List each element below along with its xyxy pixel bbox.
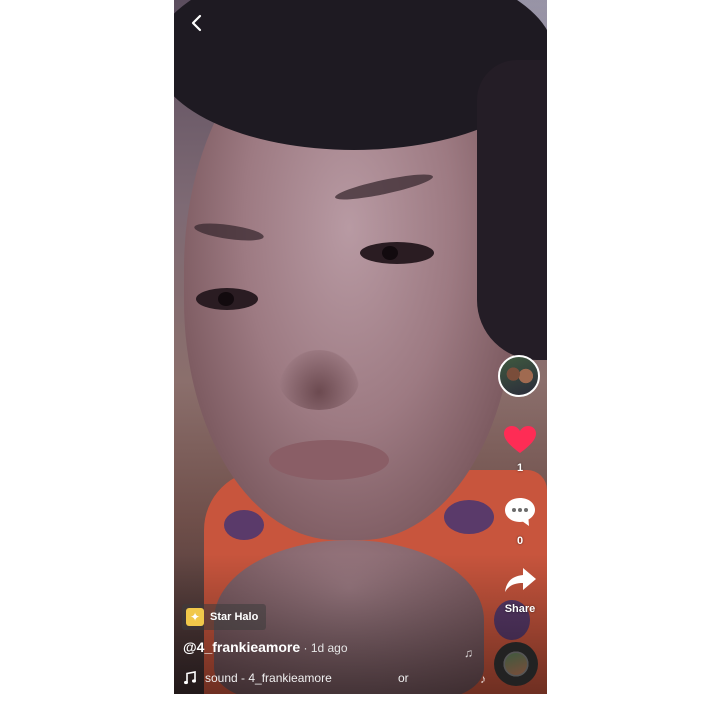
comment-icon	[505, 498, 535, 526]
sound-disc-cover	[505, 653, 527, 675]
effect-badge[interactable]: ✦ Star Halo	[182, 604, 267, 630]
creator-avatar[interactable]	[498, 355, 540, 397]
floating-note-icon: ♪	[480, 672, 486, 686]
comment-button[interactable]: 0	[502, 496, 538, 547]
back-button[interactable]	[186, 12, 208, 34]
username-link[interactable]: @4_frankieamore	[183, 639, 300, 655]
hair-braid	[477, 60, 547, 360]
post-age: 1d ago	[310, 641, 348, 655]
sound-disc[interactable]	[494, 642, 538, 686]
like-count: 1	[516, 462, 524, 474]
sound-title: sound - 4_frankieamore	[205, 671, 332, 685]
like-button[interactable]: 1	[502, 425, 538, 474]
music-note-icon	[184, 671, 196, 685]
video-player[interactable]: 1 0 Share ✦ Star Halo @4_frankieamore · …	[174, 0, 547, 694]
comment-count: 0	[516, 535, 524, 547]
heart-icon	[504, 426, 536, 453]
share-button[interactable]: Share	[502, 566, 538, 615]
sound-ticker[interactable]: sound - 4_frankieamore or	[183, 671, 409, 685]
post-caption: @4_frankieamore · 1d ago	[183, 639, 348, 655]
floating-note-icon: ♫	[464, 646, 473, 660]
wand-sparkle-icon: ✦	[186, 608, 204, 626]
caption-separator: ·	[300, 641, 311, 655]
sound-title-overflow: or	[398, 671, 409, 685]
chevron-left-icon	[191, 14, 202, 32]
share-label: Share	[504, 603, 536, 615]
effect-name: Star Halo	[210, 611, 259, 623]
share-arrow-icon	[505, 568, 536, 592]
